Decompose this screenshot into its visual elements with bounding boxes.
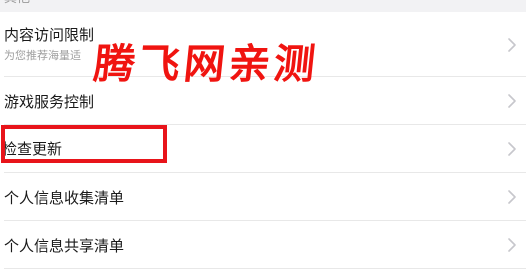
section-header-label: 其他 xyxy=(4,0,30,7)
row-title: 内容访问限制 xyxy=(4,26,95,44)
row-title: 游戏服务控制 xyxy=(4,93,95,111)
row-title: 检查更新 xyxy=(2,140,63,158)
row-divider xyxy=(4,268,526,269)
chevron-right-icon xyxy=(504,35,520,55)
chevron-right-icon xyxy=(504,187,520,207)
section-header: 其他 xyxy=(0,0,526,12)
settings-row-personal-info-sharing-list[interactable]: 个人信息共享清单 xyxy=(0,221,526,269)
settings-row-personal-info-collection-list[interactable]: 个人信息收集清单 xyxy=(0,173,526,221)
settings-row-check-update[interactable]: 检查更新 xyxy=(0,125,526,173)
watermark-text: 腾飞网亲测 xyxy=(91,40,322,88)
row-title: 个人信息收集清单 xyxy=(4,189,125,207)
chevron-right-icon xyxy=(504,235,520,255)
settings-page: 其他 内容访问限制 为您推荐海量适 游戏服务控制 检查更新 个人信息 xyxy=(0,0,526,273)
chevron-right-icon xyxy=(504,139,520,159)
chevron-right-icon xyxy=(504,91,520,111)
row-subtitle: 为您推荐海量适 xyxy=(4,49,81,62)
row-title: 个人信息共享清单 xyxy=(4,237,125,255)
